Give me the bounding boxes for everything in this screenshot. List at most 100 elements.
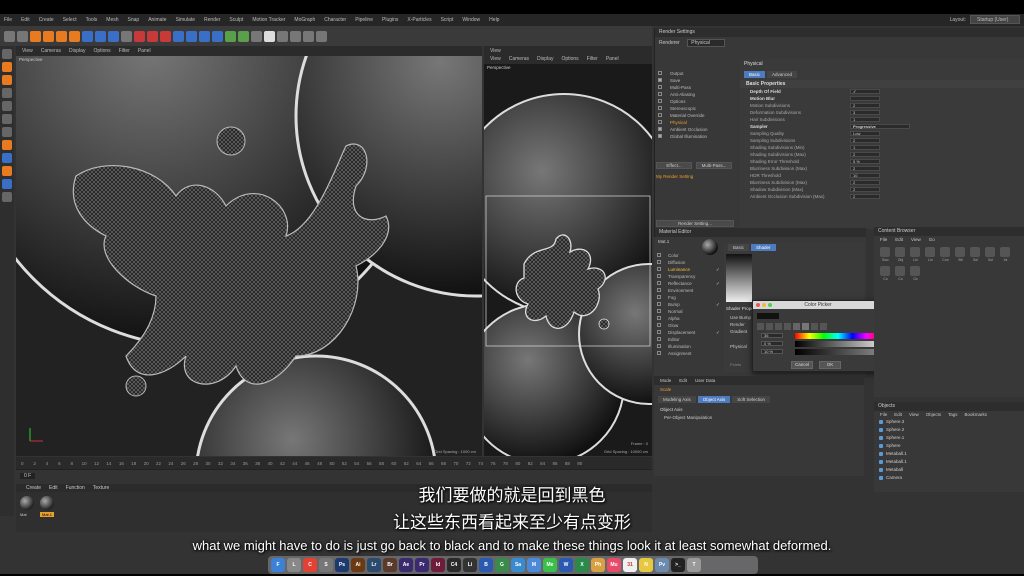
property-value[interactable] (850, 96, 880, 101)
render-settings-item[interactable]: Stereoscopic (654, 105, 736, 112)
property-value[interactable]: 3 (850, 110, 880, 115)
obj-menu-view[interactable]: View (909, 412, 919, 417)
camera-icon[interactable] (251, 30, 262, 42)
array-icon[interactable] (212, 30, 223, 42)
dock-launchpad-icon[interactable]: L (287, 558, 301, 572)
layout-select[interactable]: Startup (User) (970, 15, 1020, 24)
channel-checkbox[interactable] (657, 302, 661, 306)
channel-checkbox[interactable] (657, 309, 661, 313)
points-mode-icon[interactable] (2, 101, 12, 111)
material-channel-item[interactable]: Alpha (654, 315, 722, 322)
viewport_left-menu-options[interactable]: Options (93, 48, 110, 54)
coordinate-system-icon[interactable] (121, 30, 132, 42)
obj-menu-objects[interactable]: Objects (926, 412, 941, 417)
y-axis-icon[interactable] (95, 30, 106, 42)
viewport_right-menu-filter[interactable]: Filter (587, 56, 598, 62)
soft-selection-icon[interactable] (2, 166, 12, 176)
viewport_left-menu-filter[interactable]: Filter (119, 48, 130, 54)
menu-character[interactable]: Character (324, 17, 346, 23)
dock-photos-icon[interactable]: Ph (591, 558, 605, 572)
spectrum-icon[interactable] (775, 323, 782, 330)
property-value[interactable]: 2 (850, 152, 880, 157)
dock-chrome-icon[interactable]: C (303, 558, 317, 572)
workplane-icon[interactable] (2, 88, 12, 98)
my-render-setting[interactable]: My Render Setting (656, 174, 693, 179)
menu-help[interactable]: Help (489, 17, 499, 23)
render-item-checkbox[interactable] (658, 85, 662, 89)
render-settings-item[interactable]: Global Illumination (654, 133, 736, 140)
ok-button[interactable]: OK (819, 361, 841, 369)
render-item-checkbox[interactable] (658, 134, 662, 138)
channel-checkbox[interactable] (657, 274, 661, 278)
material-channel-item[interactable]: Editor (654, 336, 722, 343)
menu-create[interactable]: Create (39, 17, 54, 23)
dock-messages-icon[interactable]: Me (543, 558, 557, 572)
channel-checkbox[interactable] (657, 281, 661, 285)
content-browser-item[interactable]: Lin (910, 247, 921, 262)
tab-soft-selection[interactable]: Soft Selection (732, 396, 771, 403)
menu-simulate[interactable]: Simulate (176, 17, 195, 23)
tab-basic-shader[interactable]: Basic (728, 244, 750, 251)
dock-excel-icon[interactable]: X (575, 558, 589, 572)
menu-render[interactable]: Render (204, 17, 220, 23)
menu-mograph[interactable]: MoGraph (294, 17, 315, 23)
channel-checkbox[interactable] (657, 316, 661, 320)
dock-calendar-icon[interactable]: 31 (623, 558, 637, 572)
viewport_right-menu-display[interactable]: Display (537, 56, 553, 62)
color-wheel-icon[interactable] (766, 323, 773, 330)
property-value[interactable]: 2 (850, 194, 880, 199)
viewport_right-menu-cameras[interactable]: Cameras (509, 56, 529, 62)
material-channel-item[interactable]: Assignment (654, 350, 722, 357)
material-channel-item[interactable]: Glow (654, 322, 722, 329)
close-icon[interactable] (756, 303, 760, 307)
cb-menu-edit[interactable]: Edit (895, 237, 903, 242)
obj-menu-bookmarks[interactable]: Bookmarks (965, 412, 988, 417)
menu-motion-tracker[interactable]: Motion Tracker (252, 17, 285, 23)
obj-menu-file[interactable]: File (880, 412, 887, 417)
menu-select[interactable]: Select (63, 17, 77, 23)
frame-field[interactable]: 0 F (20, 473, 36, 479)
render-settings-item[interactable]: Output (654, 70, 736, 77)
scale-icon[interactable] (56, 30, 67, 42)
mixer-icon[interactable] (820, 323, 827, 330)
dock-music-icon[interactable]: Mu (607, 558, 621, 572)
menu-pipeline[interactable]: Pipeline (355, 17, 373, 23)
texture-mode-icon[interactable] (2, 75, 12, 85)
property-value[interactable]: 2 (850, 103, 880, 108)
rgb-icon[interactable] (793, 323, 800, 330)
channel-checkbox[interactable] (657, 344, 661, 348)
object-row[interactable]: Sphere (874, 442, 1024, 450)
obj-menu-edit[interactable]: Edit (894, 412, 902, 417)
render-settings-item[interactable]: Ambient Occlusion (654, 126, 736, 133)
viewport_right-menu-view[interactable]: View (490, 56, 501, 62)
dock-notes-icon[interactable]: N (639, 558, 653, 572)
dock-lightroom-icon[interactable]: Lr (367, 558, 381, 572)
cb-menu-view[interactable]: View (911, 237, 921, 242)
property-value[interactable]: Low (850, 131, 880, 136)
dock-preview-icon[interactable]: Pv (655, 558, 669, 572)
gradient-row[interactable]: Gradient (730, 328, 751, 335)
axis-mode-icon[interactable] (2, 140, 12, 150)
render-picture-viewer-icon[interactable] (147, 30, 158, 42)
material-channel-item[interactable]: Fog (654, 294, 722, 301)
channel-checkbox[interactable] (657, 260, 661, 264)
content-browser-item[interactable]: Obj (895, 247, 906, 262)
property-value[interactable]: 2 (850, 166, 880, 171)
plugin-icon-2[interactable] (303, 30, 314, 42)
cube-icon[interactable] (173, 30, 184, 42)
channel-checkbox[interactable] (657, 323, 661, 327)
object-row[interactable]: Metaball (874, 466, 1024, 474)
light-icon[interactable] (264, 30, 275, 42)
dock-blue-icon[interactable]: B (479, 558, 493, 572)
material-channel-item[interactable]: Bump ✓ (654, 301, 722, 308)
right-viewport[interactable]: Perspective Frame : 0 Grid Spacing : 100… (484, 64, 652, 456)
menu-mesh[interactable]: Mesh (106, 17, 118, 23)
content-browser-item[interactable]: Sol (970, 247, 981, 262)
tab-basic[interactable]: Basic (744, 71, 766, 78)
material-channel-item[interactable]: Normal (654, 308, 722, 315)
tab-shader[interactable]: Shader (751, 244, 776, 251)
material-channel-item[interactable]: Color (654, 252, 722, 259)
dock-settings-icon[interactable]: S (319, 558, 333, 572)
content-browser-item[interactable]: Boo (880, 247, 891, 262)
dock-cinema-4d-icon[interactable]: C4 (447, 558, 461, 572)
